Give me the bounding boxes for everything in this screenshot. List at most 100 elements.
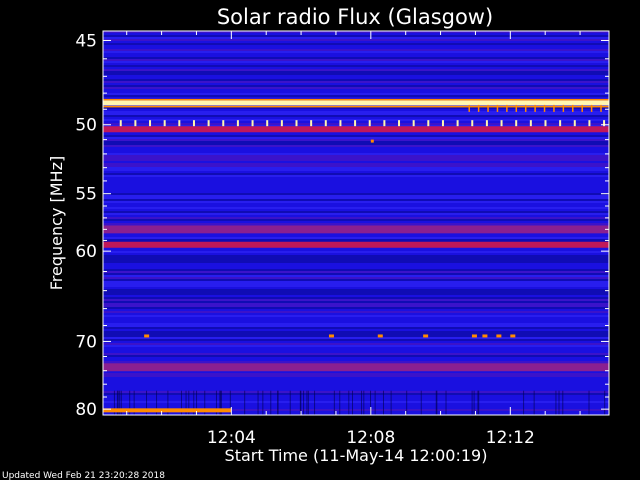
texture-row — [103, 93, 609, 95]
texture-row — [103, 393, 609, 395]
texture-row — [103, 335, 609, 337]
texture-row — [103, 327, 609, 329]
streak — [277, 390, 279, 415]
streak — [306, 390, 308, 415]
texture-row — [103, 163, 609, 165]
streak — [339, 390, 341, 415]
texture-row — [103, 199, 609, 201]
impulse — [119, 120, 122, 127]
streak — [262, 390, 264, 415]
texture-row — [103, 283, 609, 285]
band-59-4mhz — [103, 241, 609, 248]
feature-spot — [377, 334, 383, 338]
impulse — [485, 120, 488, 127]
texture-row — [103, 159, 609, 161]
texture-row — [103, 43, 609, 45]
texture-row — [103, 355, 609, 357]
texture-row — [103, 37, 609, 39]
texture-row — [103, 289, 609, 291]
texture-row — [103, 375, 609, 377]
texture-row — [103, 165, 609, 167]
impulse — [529, 120, 532, 127]
feature-spot — [482, 334, 488, 338]
texture-row — [103, 223, 609, 225]
streak — [361, 390, 363, 415]
feature-spot — [423, 334, 429, 338]
streak — [562, 390, 564, 415]
streak — [303, 390, 305, 415]
streak — [473, 390, 475, 415]
texture-rows — [103, 31, 609, 411]
texture-row — [103, 277, 609, 279]
texture-row — [103, 155, 609, 157]
impulse-tick — [553, 104, 555, 112]
impulse — [544, 120, 547, 127]
texture-row — [103, 343, 609, 345]
x-tick-label: 12:12 — [486, 428, 535, 448]
texture-row — [103, 297, 609, 299]
impulse — [207, 120, 210, 127]
streak — [558, 390, 560, 415]
texture-row — [103, 273, 609, 275]
streak — [363, 390, 365, 415]
texture-row — [103, 261, 609, 263]
texture-row — [103, 175, 609, 177]
texture-row — [103, 87, 609, 89]
texture-row — [103, 353, 609, 355]
impulse-tick — [534, 104, 536, 112]
texture-row — [103, 299, 609, 301]
streak — [374, 390, 376, 415]
band-73-5mhz — [103, 363, 609, 372]
feature-spot — [496, 334, 502, 338]
texture-row — [103, 153, 609, 155]
band-50-3mhz — [103, 126, 609, 133]
spectrogram-chart: Solar radio Flux (Glasgow) 455055607080 … — [0, 0, 640, 480]
texture-row — [103, 207, 609, 209]
band-58mhz — [103, 225, 609, 234]
impulse — [441, 120, 444, 127]
impulse-tick — [581, 104, 583, 112]
impulse — [310, 120, 313, 127]
texture-row — [103, 239, 609, 241]
streak — [270, 390, 272, 415]
streak — [314, 390, 316, 415]
texture-row — [103, 193, 609, 195]
texture-row — [103, 57, 609, 59]
texture-row — [103, 143, 609, 145]
texture-row — [103, 307, 609, 309]
texture-row — [103, 51, 609, 53]
streak — [382, 390, 384, 415]
x-tick-label: 12:08 — [346, 428, 395, 448]
streak — [307, 390, 309, 415]
texture-row — [103, 217, 609, 219]
texture-row — [103, 95, 609, 97]
texture-row — [103, 291, 609, 293]
feature-spot — [510, 334, 516, 338]
updated-timestamp: Updated Wed Feb 21 23:20:28 2018 — [2, 471, 165, 480]
impulse — [222, 120, 225, 127]
band-halo-top — [103, 98, 609, 101]
texture-row — [103, 259, 609, 261]
impulse — [163, 120, 166, 127]
impulse-tick — [562, 104, 565, 112]
impulse — [236, 120, 239, 127]
texture-row — [103, 237, 609, 239]
texture-row — [103, 373, 609, 375]
texture-row — [103, 197, 609, 199]
impulse-tick — [543, 104, 546, 112]
streak — [435, 390, 437, 415]
impulse — [368, 120, 371, 127]
texture-row — [103, 275, 609, 277]
impulse — [149, 120, 152, 127]
feature-spot — [471, 334, 477, 338]
impulse — [295, 120, 298, 127]
texture-row — [103, 73, 609, 75]
texture-row — [103, 285, 609, 287]
impulse-tick — [468, 104, 470, 112]
streak — [420, 390, 422, 415]
impulse-tick — [496, 104, 499, 112]
texture-row — [103, 211, 609, 213]
texture-row — [103, 331, 609, 333]
impulse — [178, 120, 181, 127]
streak — [555, 390, 557, 415]
